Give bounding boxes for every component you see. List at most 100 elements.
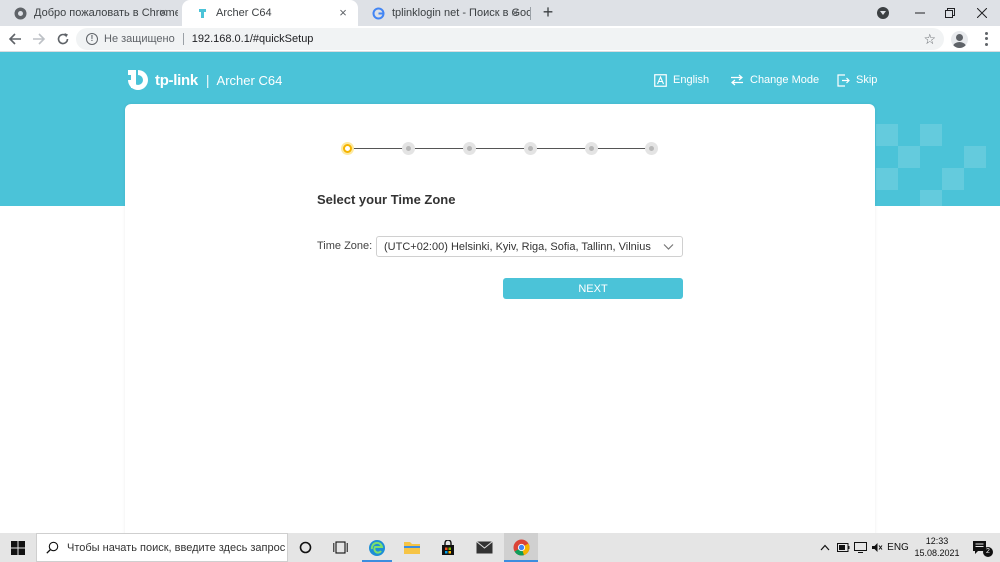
tab-divider [530, 7, 531, 20]
next-button[interactable]: NEXT [503, 278, 683, 299]
decor-square [920, 190, 942, 206]
brand-name: tp-link [155, 71, 198, 89]
network-icon [853, 542, 867, 553]
reload-icon [57, 33, 69, 45]
chrome-icon [513, 539, 529, 556]
change-mode-link[interactable]: Change Mode [730, 72, 819, 88]
time-zone-label: Time Zone: [317, 240, 373, 252]
skip-label: Skip [856, 74, 878, 86]
network-tray-icon[interactable] [852, 533, 868, 562]
close-icon [977, 8, 987, 18]
decor-square [942, 168, 964, 190]
menu-kebab-icon[interactable] [983, 31, 989, 47]
model-name: Archer C64 [216, 72, 283, 88]
arrow-right-icon [33, 33, 46, 45]
volume-muted-icon [872, 543, 883, 552]
decor-square [964, 146, 986, 168]
battery-icon [836, 543, 849, 552]
windows-taskbar: Чтобы начать поиск, введите здесь запрос… [0, 533, 1000, 562]
new-tab-button[interactable]: + [538, 3, 558, 23]
wizard-step-3 [463, 142, 476, 155]
tab-search-icon[interactable] [877, 7, 889, 19]
tplink-logo: tp-link | Archer C64 [125, 66, 282, 94]
tray-overflow-button[interactable] [818, 533, 832, 562]
security-status: Не защищено [104, 33, 175, 45]
windows-logo-icon [11, 540, 25, 555]
bookmark-star-icon[interactable]: ☆ [923, 31, 936, 47]
input-language-button[interactable]: ENG [886, 533, 910, 562]
volume-tray-icon[interactable] [870, 533, 884, 562]
close-tab-icon[interactable]: × [508, 6, 522, 20]
address-bar[interactable]: ! Не защищено 192.168.0.1/#quickSetup ☆ [76, 28, 944, 50]
decor-square [898, 146, 920, 168]
change-mode-label: Change Mode [750, 74, 820, 86]
swap-icon [730, 73, 744, 87]
browser-toolbar: ! Не защищено 192.168.0.1/#quickSetup ☆ [0, 26, 1000, 52]
page-title: Select your Time Zone [317, 192, 456, 207]
taskbar-clock[interactable]: 12:33 15.08.2021 [912, 535, 962, 559]
search-icon [46, 541, 59, 554]
edge-button[interactable] [362, 533, 392, 562]
decor-square [876, 124, 898, 146]
edge-icon [369, 539, 385, 556]
battery-tray-icon[interactable] [836, 533, 850, 562]
close-window-button[interactable] [962, 0, 1000, 26]
clock-date: 15.08.2021 [914, 548, 960, 558]
chevron-up-icon [820, 544, 830, 551]
tplink-logo-icon [128, 70, 148, 90]
decor-square [876, 168, 898, 190]
action-center-button[interactable]: 2 [966, 533, 996, 562]
progress-line [347, 148, 652, 149]
language-link[interactable]: English [653, 72, 709, 88]
tab-title: Archer C64 [216, 7, 272, 19]
browser-tab-strip: Добро пожаловать в Chrome! × Archer C64 … [0, 0, 1000, 26]
folder-icon [404, 542, 420, 554]
restore-icon [945, 8, 955, 18]
arrow-left-icon [8, 33, 21, 45]
quick-setup-card: Select your Time Zone Time Zone: (UTC+02… [125, 104, 875, 533]
url-text: 192.168.0.1/#quickSetup [191, 33, 314, 45]
tab-google-search[interactable]: tplinklogin net - Поиск в Google × [358, 0, 530, 26]
mail-button[interactable] [470, 533, 498, 562]
close-tab-icon[interactable]: × [156, 6, 170, 20]
task-view-icon [332, 541, 348, 554]
tplink-favicon [196, 7, 209, 20]
file-explorer-button[interactable] [398, 533, 426, 562]
start-button[interactable] [0, 533, 36, 562]
skip-link[interactable]: Skip [836, 72, 877, 88]
chrome-taskbar-button[interactable] [504, 533, 538, 562]
cortana-icon [299, 541, 311, 554]
time-zone-value: (UTC+02:00) Helsinki, Kyiv, Riga, Sofia,… [384, 240, 651, 253]
back-button[interactable] [6, 30, 24, 48]
wizard-step-1 [341, 142, 354, 155]
clock-time: 12:33 [925, 536, 949, 546]
warning-icon: ! [86, 33, 98, 45]
notification-badge: 2 [983, 547, 993, 557]
brand-separator: | [205, 72, 210, 88]
tab-archer-c64[interactable]: Archer C64 × [182, 0, 358, 26]
google-icon [372, 7, 385, 20]
decor-square [920, 124, 942, 146]
taskbar-search-input[interactable]: Чтобы начать поиск, введите здесь запрос [36, 533, 288, 562]
store-button[interactable] [434, 533, 462, 562]
mail-icon [475, 541, 493, 554]
search-placeholder: Чтобы начать поиск, введите здесь запрос [67, 541, 286, 554]
forward-button[interactable] [30, 30, 48, 48]
address-divider [182, 33, 184, 45]
language-icon [653, 73, 667, 87]
router-setup-page: tp-link | Archer C64 English Change Mode… [0, 52, 1000, 533]
cortana-button[interactable] [292, 533, 318, 562]
time-zone-select[interactable]: (UTC+02:00) Helsinki, Kyiv, Riga, Sofia,… [376, 236, 683, 257]
task-view-button[interactable] [326, 533, 354, 562]
close-tab-icon[interactable]: × [336, 6, 350, 20]
language-label: English [673, 74, 710, 86]
wizard-step-5 [585, 142, 598, 155]
wizard-step-4 [524, 142, 537, 155]
store-icon [442, 539, 454, 555]
chrome-icon [14, 7, 27, 20]
reload-button[interactable] [54, 30, 72, 48]
minimize-icon [915, 12, 925, 14]
wizard-step-2 [402, 142, 415, 155]
tab-welcome-chrome[interactable]: Добро пожаловать в Chrome! × [0, 0, 178, 26]
profile-avatar-icon[interactable] [951, 31, 968, 48]
